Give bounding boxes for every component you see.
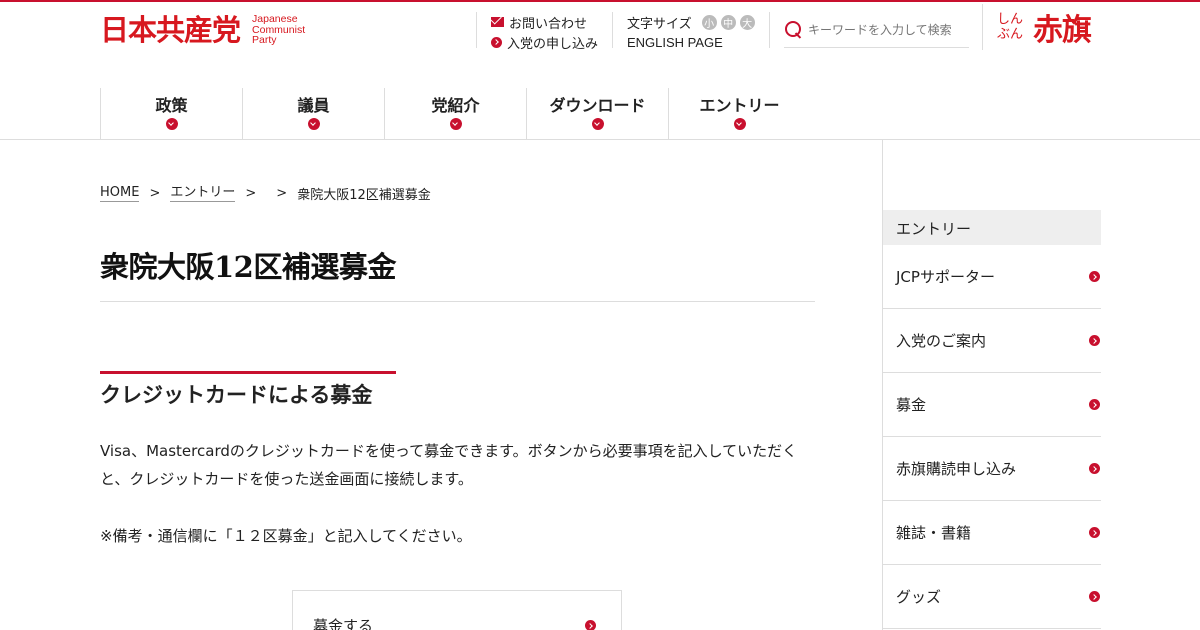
font-size-large-button[interactable]: 大 <box>739 14 755 30</box>
sidebar-item-goods[interactable]: グッズ <box>883 565 1101 629</box>
join-link[interactable]: 入党の申し込み <box>491 32 598 52</box>
chevron-right-icon <box>1089 335 1100 346</box>
top-accent-rule <box>0 0 1200 2</box>
breadcrumb-separator: > <box>245 186 257 201</box>
body-paragraph: Visa、Mastercardのクレジットカードを使って募金できます。ボタンから… <box>100 442 798 488</box>
chevron-right-icon <box>491 36 502 48</box>
english-page-link[interactable]: ENGLISH PAGE <box>627 32 755 52</box>
chevron-down-icon <box>733 118 746 130</box>
chevron-right-icon <box>585 620 596 630</box>
akahata-logo-link[interactable]: しんぶん 赤旗 <box>982 4 1092 50</box>
title-divider <box>100 301 815 302</box>
nav-item-members[interactable]: 議員 <box>242 88 384 139</box>
sidebar-item-donation[interactable]: 募金 <box>883 373 1101 437</box>
nav-item-entry[interactable]: エントリー <box>668 88 810 139</box>
breadcrumb-separator: > <box>276 186 288 201</box>
breadcrumb: HOME > エントリー > > 衆院大阪12区補選募金 <box>100 184 431 203</box>
note-paragraph: ※備考・通信欄に「１２区募金」と記入してください。 <box>100 527 472 545</box>
breadcrumb-entry[interactable]: エントリー <box>170 185 236 202</box>
akahata-title: 赤旗 <box>1033 13 1092 48</box>
sidebar: エントリー JCPサポーター 入党のご案内 募金 赤旗購読申し込み 雑誌・書籍 … <box>882 140 1200 630</box>
logo-english: Japanese Communist Party <box>252 13 306 46</box>
chevron-down-icon <box>591 118 604 130</box>
font-size-controls: 文字サイズ 小 中 大 ENGLISH PAGE <box>612 12 755 50</box>
chevron-right-icon <box>1089 463 1100 474</box>
chevron-down-icon <box>449 118 462 130</box>
chevron-down-icon <box>307 118 320 130</box>
sidebar-item-jcp-supporter[interactable]: JCPサポーター <box>883 245 1101 309</box>
global-nav: 政策 議員 党紹介 ダウンロード エントリー <box>100 88 810 139</box>
contact-link[interactable]: お問い合わせ <box>491 12 598 32</box>
breadcrumb-home[interactable]: HOME <box>100 185 140 202</box>
font-size-medium-button[interactable]: 中 <box>720 14 736 30</box>
nav-item-policy[interactable]: 政策 <box>100 88 242 139</box>
header-utility-links: お問い合わせ 入党の申し込み <box>476 12 598 52</box>
page-title: 衆院大阪12区補選募金 <box>100 250 396 284</box>
section-heading-bar <box>100 371 396 374</box>
sidebar-list: JCPサポーター 入党のご案内 募金 赤旗購読申し込み 雑誌・書籍 グッズ <box>883 245 1101 629</box>
site-logo[interactable]: 日本共産党 Japanese Communist Party <box>100 14 305 46</box>
mail-icon <box>491 17 504 27</box>
sidebar-item-join[interactable]: 入党のご案内 <box>883 309 1101 373</box>
font-size-small-button[interactable]: 小 <box>701 14 717 30</box>
sidebar-item-akahata-subscribe[interactable]: 赤旗購読申し込み <box>883 437 1101 501</box>
search-icon[interactable] <box>784 20 803 39</box>
donate-button-label: 募金する <box>313 617 374 630</box>
nav-item-download[interactable]: ダウンロード <box>526 88 668 139</box>
sidebar-item-magazines-books[interactable]: 雑誌・書籍 <box>883 501 1101 565</box>
section-heading: クレジットカードによる募金 <box>100 383 373 407</box>
breadcrumb-separator: > <box>149 186 161 201</box>
nav-item-about[interactable]: 党紹介 <box>384 88 526 139</box>
font-size-label: 文字サイズ <box>627 16 692 32</box>
search-box <box>784 12 969 48</box>
logo-japanese: 日本共産党 <box>100 13 241 47</box>
search-area <box>769 12 969 48</box>
donate-button[interactable]: 募金する <box>292 590 622 630</box>
chevron-right-icon <box>1089 591 1100 602</box>
akahata-small-text: しんぶん <box>997 12 1024 42</box>
breadcrumb-current: 衆院大阪12区補選募金 <box>297 188 431 203</box>
sidebar-heading: エントリー <box>883 210 1101 245</box>
chevron-right-icon <box>1089 271 1100 282</box>
chevron-down-icon <box>165 118 178 130</box>
chevron-right-icon <box>1089 399 1100 410</box>
search-input[interactable] <box>808 22 968 37</box>
chevron-right-icon <box>1089 527 1100 538</box>
